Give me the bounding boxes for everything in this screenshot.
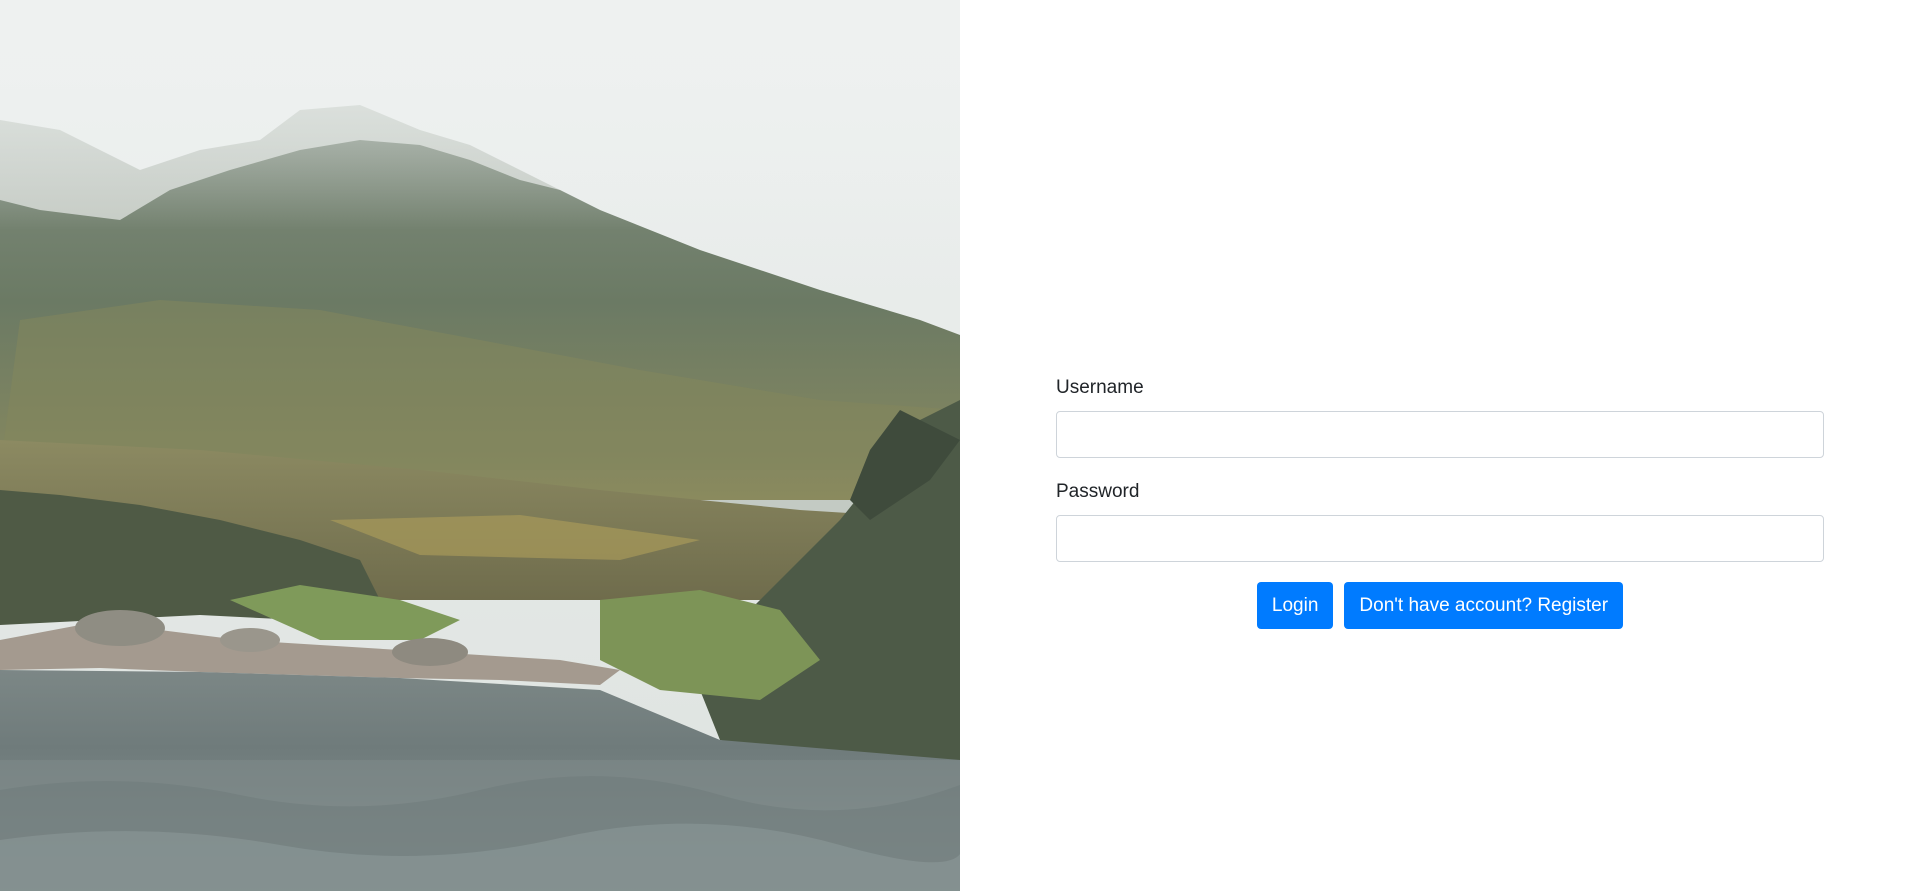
login-panel: Username Password Login Don't have accou… xyxy=(960,0,1914,891)
register-button[interactable]: Don't have account? Register xyxy=(1344,582,1624,629)
login-form: Username Password Login Don't have accou… xyxy=(1056,376,1824,629)
login-button[interactable]: Login xyxy=(1256,582,1334,629)
password-label: Password xyxy=(1056,481,1140,502)
hero-image xyxy=(0,0,960,891)
username-input[interactable] xyxy=(1056,411,1824,458)
login-page: Username Password Login Don't have accou… xyxy=(0,0,1914,891)
form-actions: Login Don't have account? Register xyxy=(1056,582,1824,629)
password-input[interactable] xyxy=(1056,515,1824,562)
mountain-landscape-image xyxy=(0,0,960,891)
username-group: Username xyxy=(1056,376,1824,458)
username-label: Username xyxy=(1056,377,1144,398)
password-group: Password xyxy=(1056,480,1824,562)
